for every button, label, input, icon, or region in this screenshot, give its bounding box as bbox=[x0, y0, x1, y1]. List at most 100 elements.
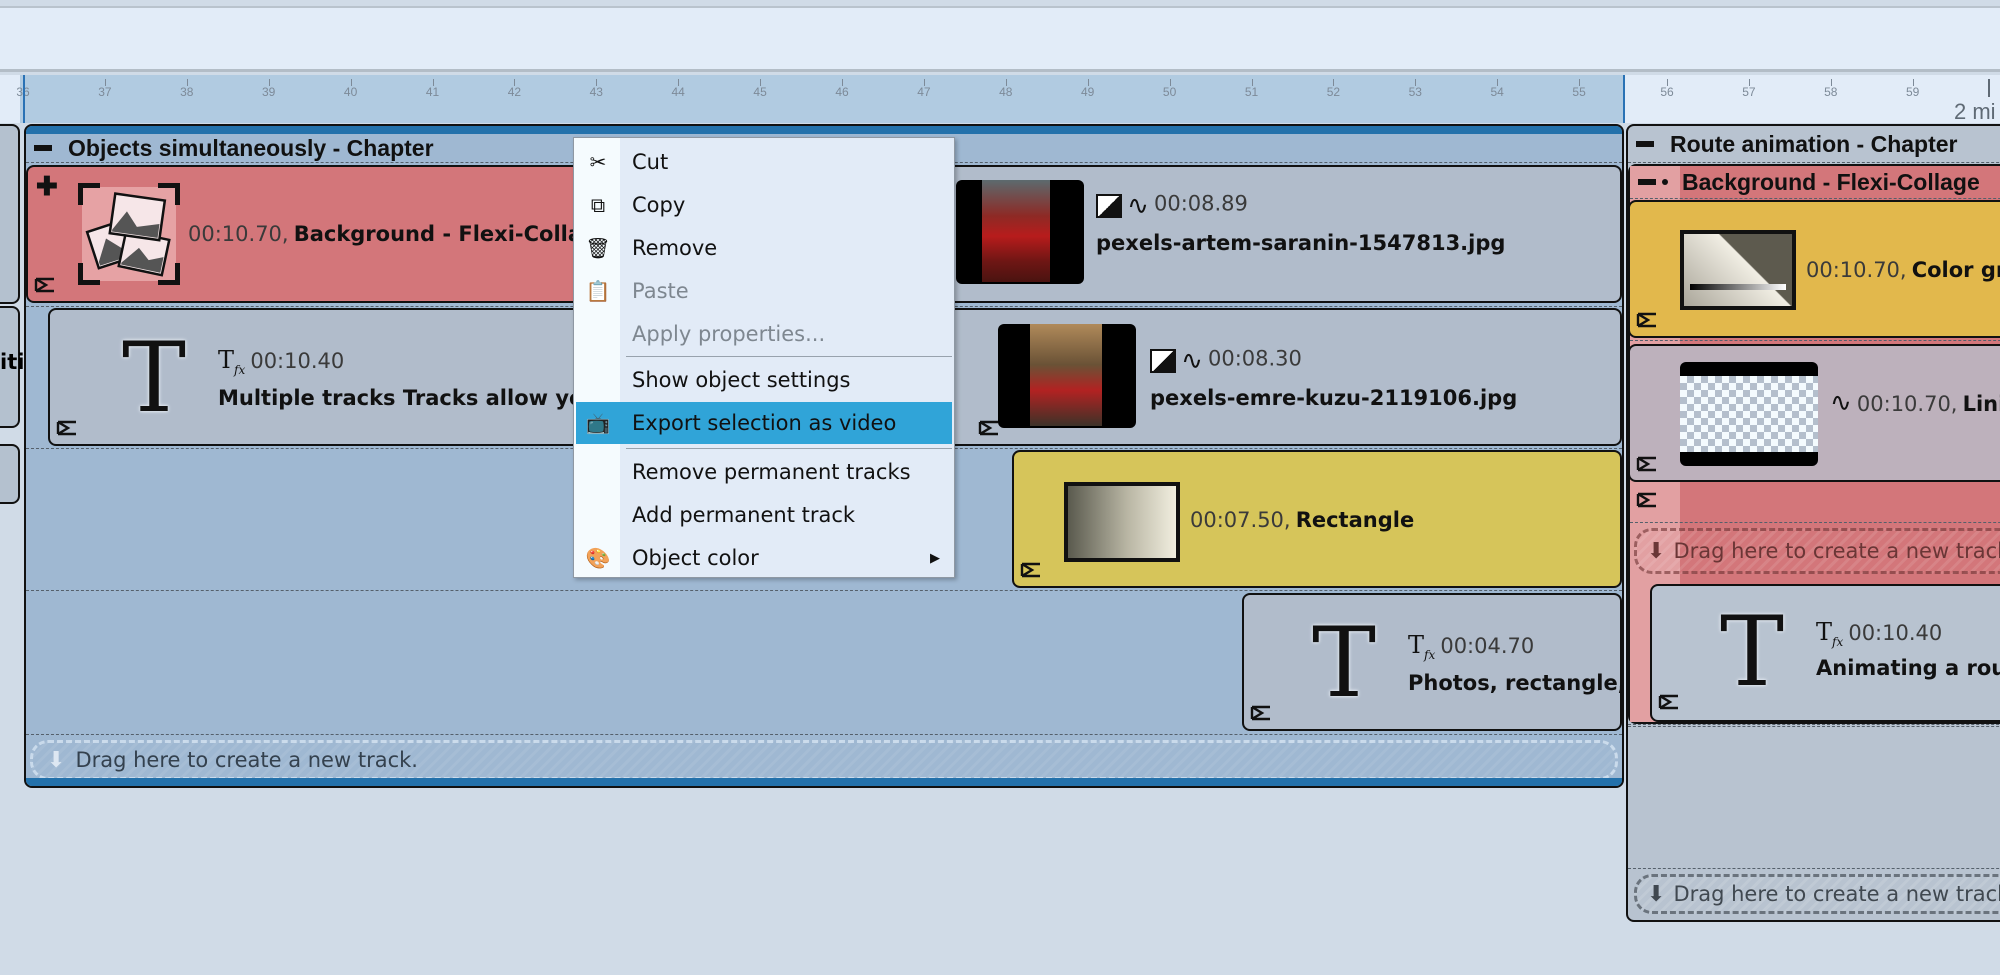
menu-item-remove-permanent-tracks[interactable]: Remove permanent tracks bbox=[576, 453, 952, 491]
collapse-icon[interactable] bbox=[1638, 179, 1656, 185]
menu-separator bbox=[626, 356, 952, 357]
collapse-icon[interactable] bbox=[34, 145, 52, 151]
copy-icon: ⧉ bbox=[590, 193, 606, 217]
clip-color-gradient[interactable]: 00:10.70, Color gradient bbox=[1628, 200, 2000, 338]
collapse-icon[interactable] bbox=[1636, 141, 1654, 147]
scissors-icon: ✂ bbox=[589, 150, 607, 174]
ruler-tick-label: 57 bbox=[1742, 85, 1756, 99]
ruler-tick-label: 47 bbox=[917, 85, 931, 99]
minute-label: 2 mi bbox=[1954, 99, 1996, 124]
menu-item-add-permanent-track[interactable]: Add permanent track bbox=[576, 496, 952, 534]
arrow-down-icon: ⬇ bbox=[1647, 538, 1666, 564]
palette-icon: 🎨 bbox=[585, 546, 611, 570]
clip-label: 00:07.50, Rectangle bbox=[1190, 508, 1415, 532]
window-top-edge bbox=[0, 0, 2000, 8]
ruler-tick-label: 55 bbox=[1572, 85, 1586, 99]
text-object-icon: T bbox=[1312, 607, 1377, 719]
toolbar-area bbox=[0, 8, 2000, 72]
chapter-route-animation[interactable]: Route animation - Chapter Background - F… bbox=[1626, 124, 2000, 922]
menu-item-copy[interactable]: ⧉ Copy bbox=[576, 186, 952, 224]
submenu-arrow-icon: ▶ bbox=[930, 550, 940, 566]
new-track-drop-zone[interactable]: ⬇ Drag here to create a new track. bbox=[30, 740, 1618, 780]
text-fx-icon: Tfx bbox=[1408, 631, 1436, 662]
partial-clip[interactable] bbox=[0, 124, 20, 304]
menu-item-object-color[interactable]: 🎨 Object color ▶ bbox=[576, 539, 952, 577]
ruler-tick-label: 48 bbox=[999, 85, 1013, 99]
layer-icon[interactable] bbox=[978, 420, 1000, 436]
menu-item-show-object-settings[interactable]: Show object settings bbox=[576, 361, 952, 399]
trash-icon: 🗑 bbox=[585, 236, 611, 260]
layer-icon[interactable] bbox=[1636, 312, 1658, 328]
ruler-tick-label: 54 bbox=[1490, 85, 1504, 99]
selection-start-marker[interactable] bbox=[23, 75, 25, 123]
selection-end-marker[interactable] bbox=[1623, 75, 1625, 123]
timeline-ruler[interactable]: 3637383940414243444546474849505152535455… bbox=[0, 75, 2000, 124]
clip-meta: Tfx 00:10.40 bbox=[1816, 618, 1943, 649]
chapter-title: Objects simultaneously - Chapter bbox=[68, 134, 434, 161]
ruler-tick-label: 52 bbox=[1326, 85, 1341, 99]
ruler-tick-label: 38 bbox=[180, 85, 194, 99]
layer-icon[interactable] bbox=[1658, 694, 1680, 710]
menu-item-paste[interactable]: 📋 Paste bbox=[576, 272, 952, 310]
ruler-tick-label: 59 bbox=[1906, 85, 1920, 99]
track-divider bbox=[1628, 724, 2000, 725]
chapter-header[interactable]: Route animation - Chapter bbox=[1628, 130, 2000, 158]
new-track-drop-zone[interactable]: ⬇ Drag here to create a new track. bbox=[1634, 874, 2000, 914]
menu-item-apply-properties[interactable]: Apply properties... bbox=[576, 315, 952, 353]
ruler-tick-label: 40 bbox=[343, 85, 358, 99]
layer-icon[interactable] bbox=[56, 420, 78, 436]
arrow-down-icon: ⬇ bbox=[47, 747, 66, 773]
new-track-drop-zone[interactable]: ⬇ Drag here to create a new track. bbox=[1634, 528, 2000, 574]
ruler-tick-label: 53 bbox=[1408, 85, 1422, 99]
ruler-tick-label: 50 bbox=[1162, 85, 1177, 99]
layer-icon[interactable] bbox=[1250, 705, 1272, 721]
ruler-tick-label: 58 bbox=[1824, 85, 1838, 99]
clip-name: Multiple tracks Tracks allow you to bbox=[218, 386, 588, 410]
track-divider bbox=[1630, 198, 2000, 199]
clip-label: 00:10.70, Background - Flexi-Collage bbox=[188, 222, 588, 246]
track-divider bbox=[1628, 162, 2000, 163]
paste-icon: 📋 bbox=[585, 279, 611, 303]
clip-text-photos-rectangle[interactable]: T Tfx 00:04.70 Photos, rectangle, text bbox=[1242, 593, 1622, 731]
layer-icon[interactable] bbox=[1636, 456, 1658, 472]
clip-meta: Tfx 00:04.70 bbox=[1408, 631, 1535, 662]
track-divider bbox=[26, 590, 1622, 591]
ruler-tick-label: 56 bbox=[1660, 85, 1674, 99]
motion-path-icon: ∿ bbox=[1181, 346, 1203, 376]
expand-icon[interactable]: ✚ bbox=[36, 171, 58, 202]
rectangle-thumbnail bbox=[1064, 482, 1180, 562]
layer-icon[interactable] bbox=[1020, 562, 1042, 578]
ruler-tick-label: 49 bbox=[1081, 85, 1095, 99]
track-divider bbox=[1630, 340, 2000, 341]
chapter-accent-bar bbox=[26, 126, 1622, 134]
clip-route-lining[interactable]: ∿ 00:10.70, Lining bbox=[1628, 344, 2000, 482]
chapter-accent-bar bbox=[26, 778, 1622, 786]
partial-drag-zone[interactable] bbox=[0, 444, 20, 504]
clip-flexi-collage[interactable]: ✚ 00:10.70, Background - Flexi-Collage bbox=[26, 165, 588, 303]
chapter-title: Route animation - Chapter bbox=[1670, 130, 1958, 157]
arrow-down-icon: ⬇ bbox=[1647, 881, 1666, 907]
menu-item-export-selection[interactable]: 📺 Export selection as video bbox=[576, 402, 952, 444]
track-divider bbox=[1630, 522, 2000, 523]
clip-rectangle[interactable]: 00:07.50, Rectangle bbox=[1012, 450, 1622, 588]
layer-icon[interactable] bbox=[34, 277, 56, 293]
text-fx-icon: Tfx bbox=[1816, 618, 1844, 649]
context-menu[interactable]: ✂ Cut ⧉ Copy 🗑 Remove 📋 Paste Apply prop… bbox=[573, 137, 955, 578]
menu-item-cut[interactable]: ✂ Cut bbox=[576, 143, 952, 181]
clip-label: ∿ 00:10.70, Lining bbox=[1830, 388, 2000, 418]
clip-name: pexels-artem-saranin-1547813.jpg bbox=[1096, 231, 1506, 255]
text-object-icon: T bbox=[1720, 596, 1785, 708]
partial-clip[interactable]: itic bbox=[0, 306, 37, 428]
menu-item-remove[interactable]: 🗑 Remove bbox=[576, 229, 952, 267]
ruler-tick-label: 43 bbox=[589, 85, 603, 99]
ruler-tick-label: 37 bbox=[98, 85, 112, 99]
drop-zone-label: Drag here to create a new track. bbox=[1673, 539, 2000, 563]
motion-path-icon: ∿ bbox=[1127, 191, 1149, 221]
layer-icon[interactable] bbox=[1636, 492, 1658, 508]
gradient-thumbnail bbox=[1680, 230, 1796, 310]
subchapter-header[interactable]: Background - Flexi-Collage bbox=[1630, 168, 2000, 196]
ab-transition-icon bbox=[1150, 349, 1176, 373]
ab-transition-icon bbox=[1096, 194, 1122, 218]
previous-chapter-partial[interactable]: itic bbox=[0, 124, 37, 504]
ruler-tick-label: 41 bbox=[425, 85, 440, 99]
